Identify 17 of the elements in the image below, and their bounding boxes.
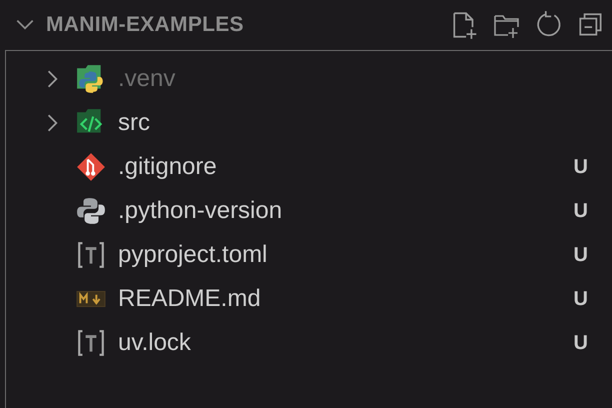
file-name[interactable]: uv.lock — [118, 329, 191, 357]
bracket-t-icon — [76, 328, 106, 358]
bracket-t-icon — [76, 240, 106, 270]
git-status-label: U — [574, 332, 588, 354]
file-name[interactable]: pyproject.toml — [118, 241, 268, 269]
folder-python-icon — [76, 64, 106, 94]
file-name[interactable]: README.md — [118, 285, 261, 313]
git-diamond-icon — [76, 152, 106, 182]
folder-name[interactable]: src — [118, 109, 150, 137]
file-name[interactable]: .gitignore — [118, 153, 217, 181]
git-status-label: U — [574, 244, 588, 266]
explorer-title[interactable]: MANIM-EXAMPLES — [46, 13, 244, 37]
git-status-label: U — [574, 156, 588, 178]
python-logo-icon — [76, 196, 106, 226]
git-status-label: U — [574, 200, 588, 222]
file-name[interactable]: .python-version — [118, 197, 282, 225]
git-status-label: U — [574, 288, 588, 310]
